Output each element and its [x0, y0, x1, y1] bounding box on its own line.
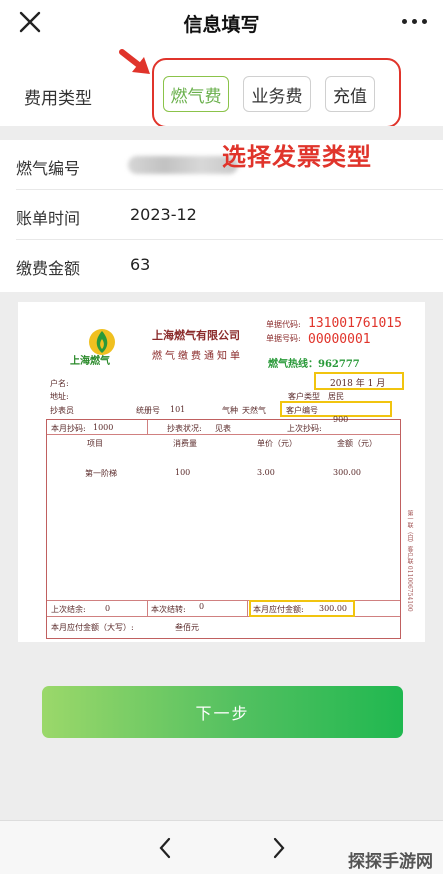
code-label-1: 单据代码:: [266, 320, 301, 329]
page-title: 信息填写: [183, 14, 260, 36]
col-price: 单价（元）: [257, 439, 297, 448]
item-name: 第一阶梯: [85, 469, 117, 478]
meter-last: 900: [333, 415, 349, 424]
fee-option-recharge[interactable]: 充值: [325, 76, 375, 112]
invoice-code: 131001761015: [308, 316, 402, 331]
customer-number-label: 客户编号: [286, 406, 318, 415]
info-value: 63: [130, 255, 151, 274]
more-icon[interactable]: [402, 19, 427, 24]
meter-this-label: 本月抄码:: [51, 424, 86, 433]
col-qty: 消费量: [173, 439, 197, 448]
fee-type-section: 费用类型 燃气费 业务费 充值: [0, 46, 443, 128]
item-price: 3.00: [257, 468, 275, 477]
annotation-select-invoice-type: 选择发票类型: [222, 143, 372, 171]
meter-status: 见表: [215, 424, 231, 433]
bill-date: 2018 年 1 月: [330, 379, 386, 389]
item-qty: 100: [175, 468, 191, 477]
amount-caps-label: 本月应付金额（大写）:: [51, 623, 134, 632]
amount-due: 300.00: [319, 604, 347, 613]
info-label: 账单时间: [16, 209, 81, 228]
meter-last-label: 上次抄码:: [287, 424, 322, 433]
last-balance-label: 上次结余:: [51, 605, 86, 614]
this-balance-label: 本次结转:: [151, 605, 186, 614]
info-label: 缴费金额: [16, 259, 81, 278]
col-amount: 金额（元）: [337, 439, 377, 448]
info-row-amount: 缴费金额 63: [0, 240, 443, 290]
next-step-button[interactable]: 下一步: [42, 686, 403, 738]
nav-bar: 信息填写: [0, 0, 443, 46]
reader-label: 抄表员: [50, 406, 74, 415]
amount-caps: 叁佰元: [175, 623, 199, 632]
bill-notice-title: 燃气缴费通知单: [152, 351, 243, 362]
info-row-bill-time: 账单时间 2023-12: [0, 190, 443, 240]
bill-company: 上海燃气有限公司: [152, 329, 240, 342]
last-balance: 0: [105, 604, 111, 613]
info-value: 2023-12: [130, 205, 197, 224]
book-number: 101: [170, 405, 186, 414]
fee-option-business[interactable]: 业务费: [243, 76, 311, 112]
info-label: 燃气编号: [16, 159, 81, 178]
book-label: 统册号: [136, 406, 160, 415]
meter-this: 1000: [93, 423, 114, 432]
browser-bottom-bar: 探探手游网: [0, 820, 443, 874]
chevron-right-icon[interactable]: [270, 836, 288, 860]
logo-text: 上海燃气: [70, 356, 110, 367]
fee-type-label: 费用类型: [24, 89, 92, 109]
bill-side-text: 第一联（白）客户联 011006754100: [406, 510, 413, 612]
address-label: 地址:: [50, 392, 69, 401]
chevron-left-icon[interactable]: [156, 836, 174, 860]
this-balance: 0: [199, 602, 205, 611]
fee-option-gas[interactable]: 燃气费: [163, 76, 229, 112]
account-name-label: 户名:: [50, 379, 69, 388]
watermark: 探探手游网: [348, 852, 433, 872]
gas-type: 天然气: [242, 406, 266, 415]
invoice-number: 00000001: [308, 332, 371, 347]
item-amount: 300.00: [333, 468, 361, 477]
hotline: 燃气热线：962777: [268, 359, 360, 370]
amount-due-label: 本月应付金额:: [253, 605, 304, 614]
col-item: 项目: [87, 439, 103, 448]
meter-status-label: 抄表状况:: [167, 424, 202, 433]
bill-table: 本月抄码: 1000 抄表状况: 见表 上次抄码: 900 项目 消费量 单价（…: [46, 415, 401, 639]
bill-image: 上海燃气 上海燃气有限公司 燃气缴费通知单 单据代码: 单据号码: 131001…: [18, 302, 425, 642]
code-label-2: 单据号码:: [266, 334, 301, 343]
gas-type-label: 气种: [222, 406, 238, 415]
